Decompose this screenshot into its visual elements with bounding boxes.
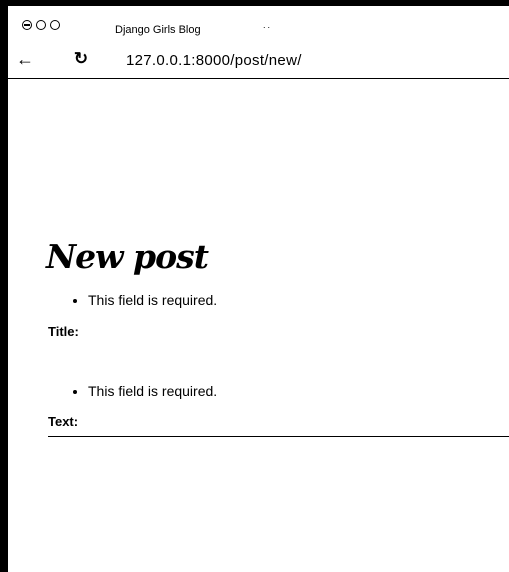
text-error-list: This field is required. <box>48 383 217 399</box>
title-error-message: This field is required. <box>88 292 217 308</box>
maximize-window-button[interactable] <box>50 20 60 30</box>
reload-button[interactable]: ↻ <box>70 48 92 70</box>
browser-window: Django Girls Blog .. ← ↻ 127.0.0.1:8000/… <box>0 0 509 572</box>
text-label: Text: <box>48 414 79 429</box>
page-title: New post <box>46 237 209 276</box>
tab-title[interactable]: Django Girls Blog <box>115 24 201 36</box>
browser-chrome: Django Girls Blog .. ← ↻ 127.0.0.1:8000/… <box>8 6 509 79</box>
reload-icon: ↻ <box>73 49 89 68</box>
title-error-list: This field is required. <box>48 292 217 308</box>
close-window-button[interactable] <box>22 20 32 30</box>
back-button[interactable]: ← <box>14 48 36 70</box>
text-field[interactable] <box>48 436 509 437</box>
minimize-window-button[interactable] <box>36 20 46 30</box>
title-label: Title: <box>48 324 79 339</box>
text-error-message: This field is required. <box>88 383 217 399</box>
page-viewport: New post This field is required. Title: … <box>8 79 509 572</box>
title-field[interactable] <box>48 341 52 343</box>
address-bar[interactable]: 127.0.0.1:8000/post/new/ <box>126 52 302 69</box>
window-controls <box>22 20 60 30</box>
arrow-left-icon: ← <box>16 49 34 69</box>
tab-extra-marker: .. <box>263 20 273 30</box>
